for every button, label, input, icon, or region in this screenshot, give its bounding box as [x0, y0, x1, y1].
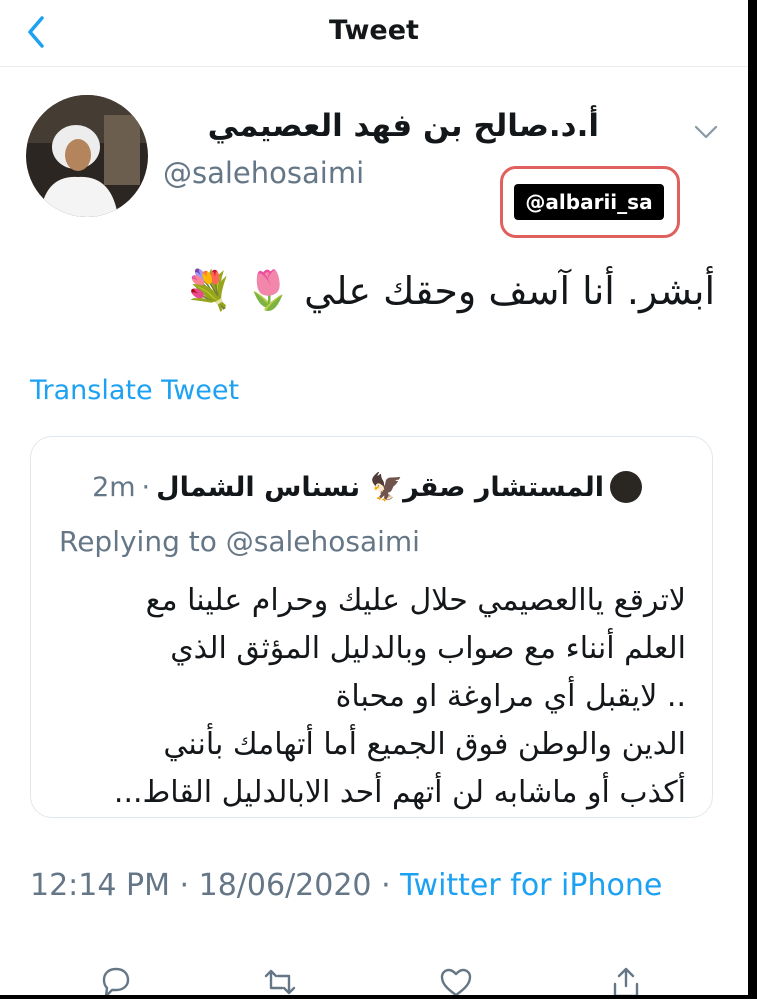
header-bar: Tweet: [0, 0, 748, 67]
quoted-text: لاترقع ياالعصيمي حلال عليك وحرام علينا م…: [46, 577, 686, 817]
watermark-label: @albarii_sa: [514, 184, 664, 220]
page-title: Tweet: [329, 15, 419, 46]
tweet-source-link[interactable]: Twitter for iPhone: [400, 868, 662, 903]
quoted-avatar[interactable]: [610, 471, 642, 503]
quoted-line: لاترقع ياالعصيمي حلال عليك وحرام علينا م…: [145, 583, 686, 618]
tweet-text: أبشر. أنا آسف وحقك علي: [304, 268, 715, 313]
author-name[interactable]: أ.د.صالح بن فهد العصيمي: [208, 108, 599, 144]
quoted-line: الدين والوطن فوق الجميع أما أتهامك بأنني: [163, 727, 686, 762]
watermark-badge: @albarii_sa: [500, 166, 680, 238]
screen-edge: [0, 995, 757, 999]
quoted-separator: ·: [141, 471, 151, 503]
avatar[interactable]: [26, 95, 148, 217]
quoted-tweet-card[interactable]: المستشار صقر🦅 نسناس الشمال · 2m Replying…: [30, 436, 713, 818]
author-handle[interactable]: @salehosaimi: [163, 156, 364, 190]
quoted-line: أكذب أو ماشابه لن أتهم أحد الابالدليل ال…: [113, 775, 686, 810]
screen-edge: [748, 0, 757, 999]
meta-separator: ·: [179, 868, 190, 903]
action-bar: [0, 958, 748, 999]
tweet-date: 18/06/2020: [198, 868, 372, 903]
tweet-time: 12:14 PM: [30, 868, 170, 903]
quoted-tweet-header: المستشار صقر🦅 نسناس الشمال · 2m: [92, 471, 642, 503]
tweet-body: أبشر. أنا آسف وحقك علي 🌷 💐: [185, 268, 715, 313]
quoted-line: العلم أنناء مع صواب وبالدليل المؤثق الذي: [170, 631, 686, 666]
tweet-meta: 12:14 PM · 18/06/2020 · Twitter for iPho…: [30, 868, 662, 903]
chevron-down-icon[interactable]: [693, 122, 719, 142]
quoted-line: .. لايقبل أي مراوغة او محباة: [335, 679, 686, 714]
meta-separator: ·: [381, 868, 391, 903]
quoted-author-name[interactable]: المستشار صقر🦅 نسناس الشمال: [156, 471, 604, 503]
replying-to: Replying to @salehosaimi: [59, 525, 420, 558]
tweet-emojis: 🌷 💐: [185, 268, 293, 312]
translate-tweet-link[interactable]: Translate Tweet: [30, 375, 239, 406]
quoted-time: 2m: [92, 471, 136, 503]
